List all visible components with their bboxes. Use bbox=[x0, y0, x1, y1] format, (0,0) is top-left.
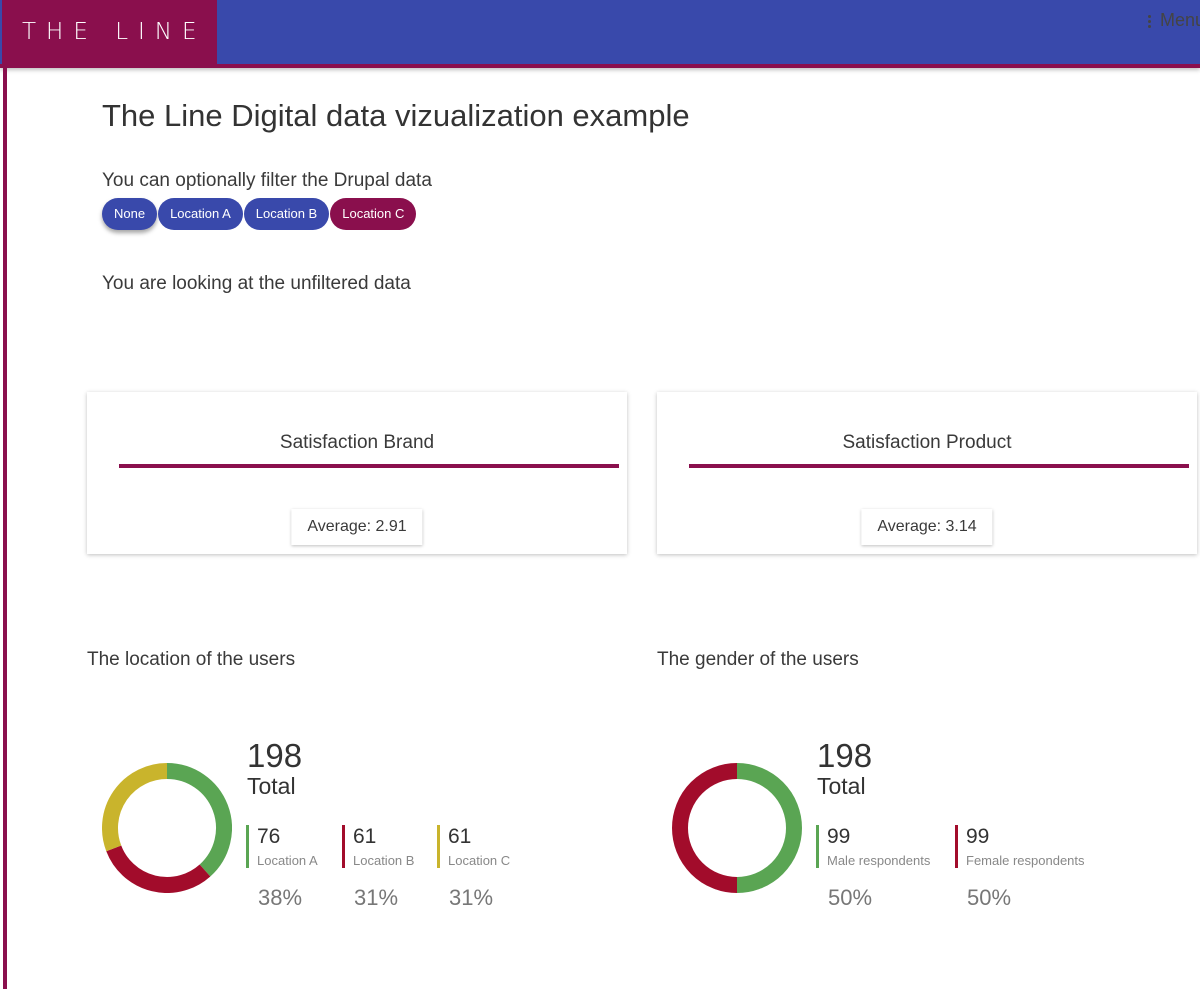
legend-female: 99 Female respondents bbox=[955, 825, 1085, 868]
legend-value: 99 bbox=[966, 825, 990, 848]
legend-location-b: 61 Location B bbox=[342, 825, 414, 868]
total-value: 198 bbox=[817, 737, 873, 774]
card-title: Satisfaction Product bbox=[842, 432, 1012, 453]
top-app-bar: THE LINE Menu bbox=[0, 0, 1200, 68]
donut-slice-location-c bbox=[102, 763, 168, 852]
legend-value: 76 bbox=[257, 825, 281, 848]
card-divider bbox=[119, 464, 619, 468]
filter-chips: None Location A Location B Location C bbox=[102, 198, 417, 230]
legend-percent: 50% bbox=[967, 885, 1012, 910]
filter-location-a-button[interactable]: Location A bbox=[158, 198, 243, 230]
legend-percent: 31% bbox=[449, 885, 494, 910]
average-value: Average: 3.14 bbox=[861, 509, 993, 545]
total-value: 198 bbox=[247, 737, 303, 774]
gender-total: 198 Total bbox=[817, 737, 872, 800]
donut-slice-female-respondents bbox=[672, 763, 738, 893]
legend-label: Location C bbox=[448, 853, 511, 868]
legend-percent: 31% bbox=[354, 885, 399, 910]
filter-none-button[interactable]: None bbox=[102, 198, 158, 230]
satisfaction-brand-card: Satisfaction Brand Average: 2.91 bbox=[87, 392, 627, 554]
menu-label: Menu bbox=[1160, 10, 1200, 30]
legend-value: 99 bbox=[827, 825, 851, 848]
more-vert-icon bbox=[1148, 13, 1152, 30]
legend-location-c: 61 Location C bbox=[437, 825, 510, 868]
menu-button[interactable]: Menu bbox=[1148, 10, 1200, 31]
legend-percent: 50% bbox=[828, 885, 873, 910]
donut-slice-location-b bbox=[106, 845, 211, 893]
filter-status: You are looking at the unfiltered data bbox=[102, 273, 411, 294]
donut-slice-male-respondents bbox=[736, 763, 802, 893]
legend-label: Female respondents bbox=[966, 853, 1085, 868]
legend-location-a: 76 Location A bbox=[246, 825, 318, 868]
left-accent-bar bbox=[3, 68, 7, 989]
satisfaction-product-card: Satisfaction Product Average: 3.14 bbox=[657, 392, 1197, 554]
gender-section-title: The gender of the users bbox=[657, 649, 859, 670]
average-value: Average: 2.91 bbox=[291, 509, 423, 545]
filter-location-b-button[interactable]: Location B bbox=[243, 198, 330, 230]
legend-value: 61 bbox=[448, 825, 472, 848]
legend-value: 61 bbox=[353, 825, 377, 848]
legend-percent: 38% bbox=[258, 885, 303, 910]
legend-male: 99 Male respondents bbox=[816, 825, 930, 868]
legend-label: Location A bbox=[257, 853, 318, 868]
total-label: Total bbox=[247, 773, 296, 799]
legend-label: Male respondents bbox=[827, 853, 931, 868]
location-section-title: The location of the users bbox=[87, 649, 296, 670]
location-total: 198 Total bbox=[247, 737, 302, 800]
donut-slice-location-a bbox=[166, 763, 232, 877]
filter-location-c-button[interactable]: Location C bbox=[330, 198, 417, 230]
legend-label: Location B bbox=[353, 853, 415, 868]
page-title: The Line Digital data vizualization exam… bbox=[102, 98, 690, 133]
card-divider bbox=[689, 464, 1189, 468]
gender-donut-chart bbox=[672, 763, 802, 893]
filter-prompt: You can optionally filter the Drupal dat… bbox=[102, 170, 432, 191]
location-donut-chart bbox=[102, 763, 232, 893]
total-label: Total bbox=[817, 773, 866, 799]
logo[interactable]: THE LINE bbox=[2, 0, 217, 64]
card-title: Satisfaction Brand bbox=[279, 432, 435, 453]
